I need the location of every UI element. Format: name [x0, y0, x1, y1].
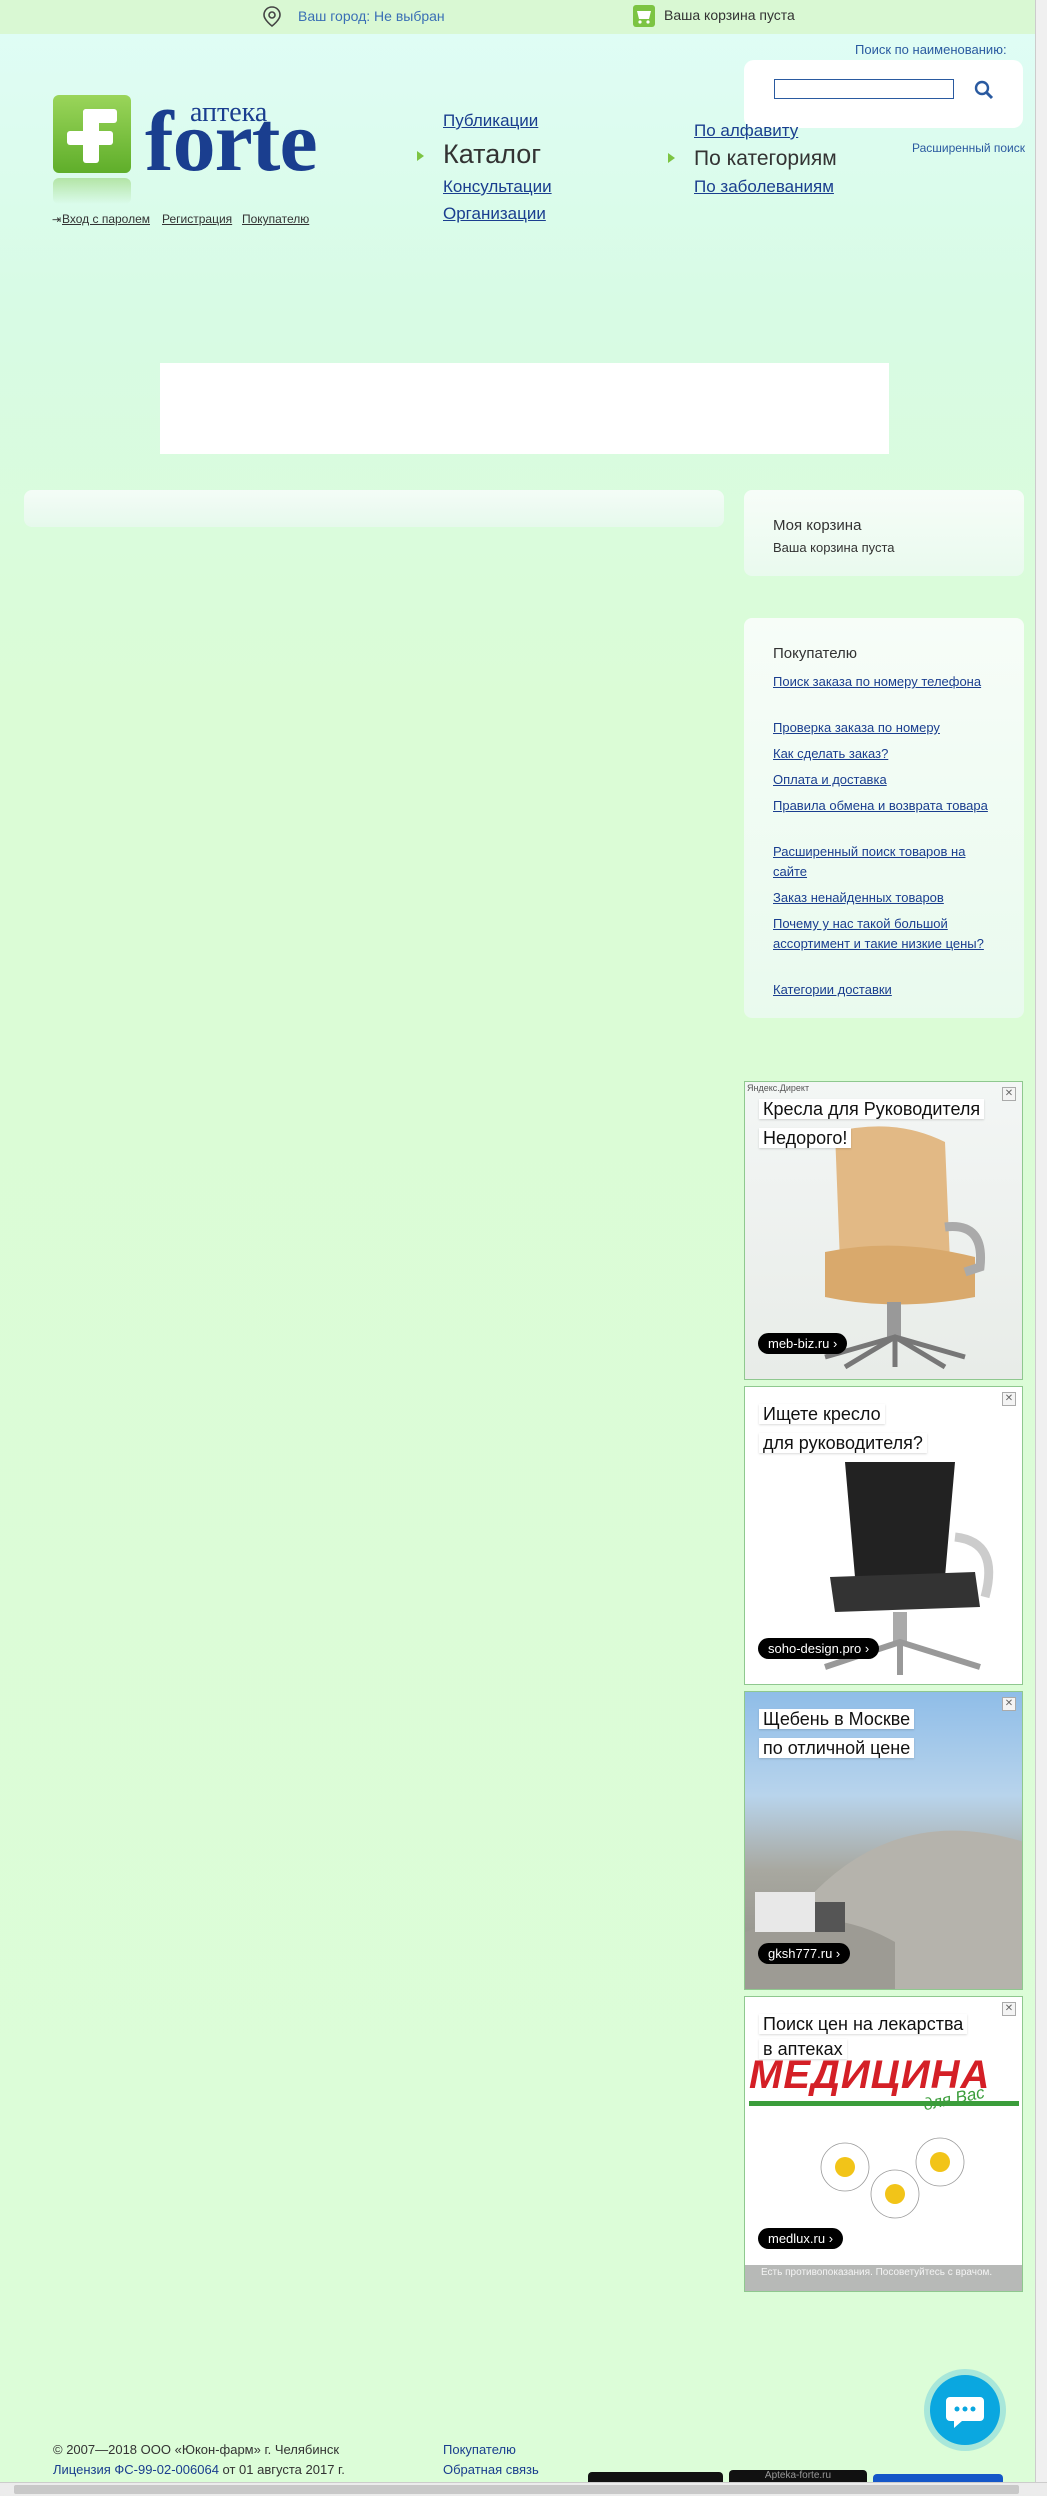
logo-subtitle: аптека	[190, 97, 268, 128]
close-icon[interactable]: ✕	[1002, 1697, 1016, 1711]
license-line: Лицензия ФС-99-02-006064 от 01 августа 2…	[53, 2462, 345, 2477]
login-icon: ⇥	[52, 214, 62, 226]
cart-icon[interactable]	[633, 5, 655, 27]
ad-title[interactable]: Ищете кресло	[759, 1400, 885, 1429]
vertical-scrollbar[interactable]	[1035, 0, 1047, 2482]
buyer-link-why-cheap[interactable]: Почему у нас такой большой ассортимент и…	[773, 914, 988, 954]
license-date: от 01 августа 2017 г.	[218, 2462, 345, 2477]
nav-consultations[interactable]: Консультации	[443, 177, 552, 197]
categories-arrow-icon	[668, 153, 675, 163]
chat-button[interactable]	[930, 2375, 1000, 2445]
banner-placeholder	[160, 363, 889, 454]
city-value[interactable]: Не выбран	[374, 8, 445, 24]
cart-panel-status: Ваша корзина пуста	[773, 540, 895, 555]
nav-categories[interactable]: По категориям	[694, 147, 837, 171]
nav-diseases[interactable]: По заболеваниям	[694, 177, 834, 197]
nav-organizations[interactable]: Организации	[443, 204, 546, 224]
close-icon[interactable]: ✕	[1002, 1392, 1016, 1406]
ad-title-line2[interactable]: по отличной цене	[759, 1734, 915, 1763]
ad-title-line2[interactable]: для руководителя?	[759, 1429, 927, 1458]
license-link[interactable]: Лицензия ФС-99-02-006064	[53, 2462, 219, 2477]
buyer-link-phone-search[interactable]: Поиск заказа по номеру телефона	[773, 672, 988, 692]
ad-domain[interactable]: gksh777.ru ›	[758, 1943, 851, 1964]
ad-title[interactable]: Щебень в Москве	[759, 1705, 915, 1734]
footer-badge-blue	[873, 2474, 1003, 2482]
top-bar	[0, 0, 1047, 34]
buyer-link-delivery-categories[interactable]: Категории доставки	[773, 980, 988, 1000]
daisy-flowers-image	[820, 2137, 965, 2219]
close-icon[interactable]: ✕	[1002, 1087, 1016, 1101]
buyer-link-returns[interactable]: Правила обмена и возврата товара	[773, 796, 988, 816]
ad-card[interactable]: ✕ Щебень в Москве по отличной цене gksh7…	[744, 1691, 1023, 1990]
ad-title[interactable]: Кресла для Руководителя	[759, 1095, 985, 1124]
buyer-link-how-to-order[interactable]: Как сделать заказ?	[773, 744, 988, 764]
close-icon[interactable]: ✕	[1002, 2002, 1016, 2016]
content-panel	[24, 490, 724, 527]
scrollbar-thumb[interactable]	[14, 2485, 1019, 2494]
ad-domain[interactable]: soho-design.pro ›	[758, 1638, 880, 1659]
cart-panel-title: Моя корзина	[773, 517, 862, 534]
buyer-link-advanced-search[interactable]: Расширенный поиск товаров на сайте	[773, 842, 988, 882]
ad-source-label: Яндекс.Директ	[747, 1083, 810, 1093]
nav-catalog[interactable]: Каталог	[443, 139, 541, 170]
city-prefix: Ваш город:	[298, 8, 371, 24]
nav-publications[interactable]: Публикации	[443, 111, 538, 131]
ad-title-line2[interactable]: Недорого!	[759, 1124, 852, 1153]
ad-card[interactable]: ✕ Поиск цен на лекарства в аптеках МЕДИЦ…	[744, 1996, 1023, 2292]
advanced-search-link[interactable]: Расширенный поиск	[912, 141, 1025, 155]
search-input[interactable]	[774, 79, 954, 99]
footer-buyer-link[interactable]: Покупателю	[443, 2442, 516, 2457]
logo-reflection	[53, 178, 131, 204]
chat-icon	[946, 2397, 984, 2428]
ad-domain[interactable]: medlux.ru ›	[758, 2228, 844, 2249]
ad-card[interactable]: Яндекс.Директ ✕ Кресла для Руководителя …	[744, 1081, 1023, 1380]
register-link[interactable]: Регистрация	[162, 212, 232, 226]
ad-card[interactable]: ✕ Ищете кресло для руководителя? soho-de…	[744, 1386, 1023, 1685]
search-label: Поиск по наименованию:	[855, 42, 1007, 57]
catalog-arrow-icon	[417, 151, 424, 161]
search-icon[interactable]	[972, 78, 996, 102]
login-link[interactable]: Вход с паролем	[62, 212, 150, 226]
buyer-link[interactable]: Покупателю	[242, 212, 309, 226]
logo-icon[interactable]	[53, 95, 131, 173]
cart-status[interactable]: Ваша корзина пуста	[664, 7, 795, 23]
city-selector[interactable]: Ваш город: Не выбран	[298, 8, 445, 24]
location-pin-icon	[263, 6, 281, 28]
ad-logo-underline	[749, 2101, 1019, 2106]
copyright: © 2007—2018 ООО «Юкон-фарм» г. Челябинск	[53, 2442, 339, 2457]
ad-domain[interactable]: meb-biz.ru ›	[758, 1333, 848, 1354]
buyer-link-missing-items[interactable]: Заказ ненайденных товаров	[773, 888, 988, 908]
buyer-link-payment-delivery[interactable]: Оплата и доставка	[773, 770, 988, 790]
nav-alphabet[interactable]: По алфавиту	[694, 121, 798, 141]
buyer-link-order-check[interactable]: Проверка заказа по номеру	[773, 718, 988, 738]
horizontal-scrollbar[interactable]	[0, 2482, 1047, 2496]
footer-badge-left	[588, 2472, 723, 2482]
footer-badge-right[interactable]: Apteka-forte.ru	[729, 2470, 867, 2482]
footer-feedback-link[interactable]: Обратная связь	[443, 2462, 539, 2477]
buyer-panel-title: Покупателю	[773, 645, 858, 662]
ad-warning: Есть противопоказания. Посоветуйтесь с в…	[745, 2265, 1022, 2291]
